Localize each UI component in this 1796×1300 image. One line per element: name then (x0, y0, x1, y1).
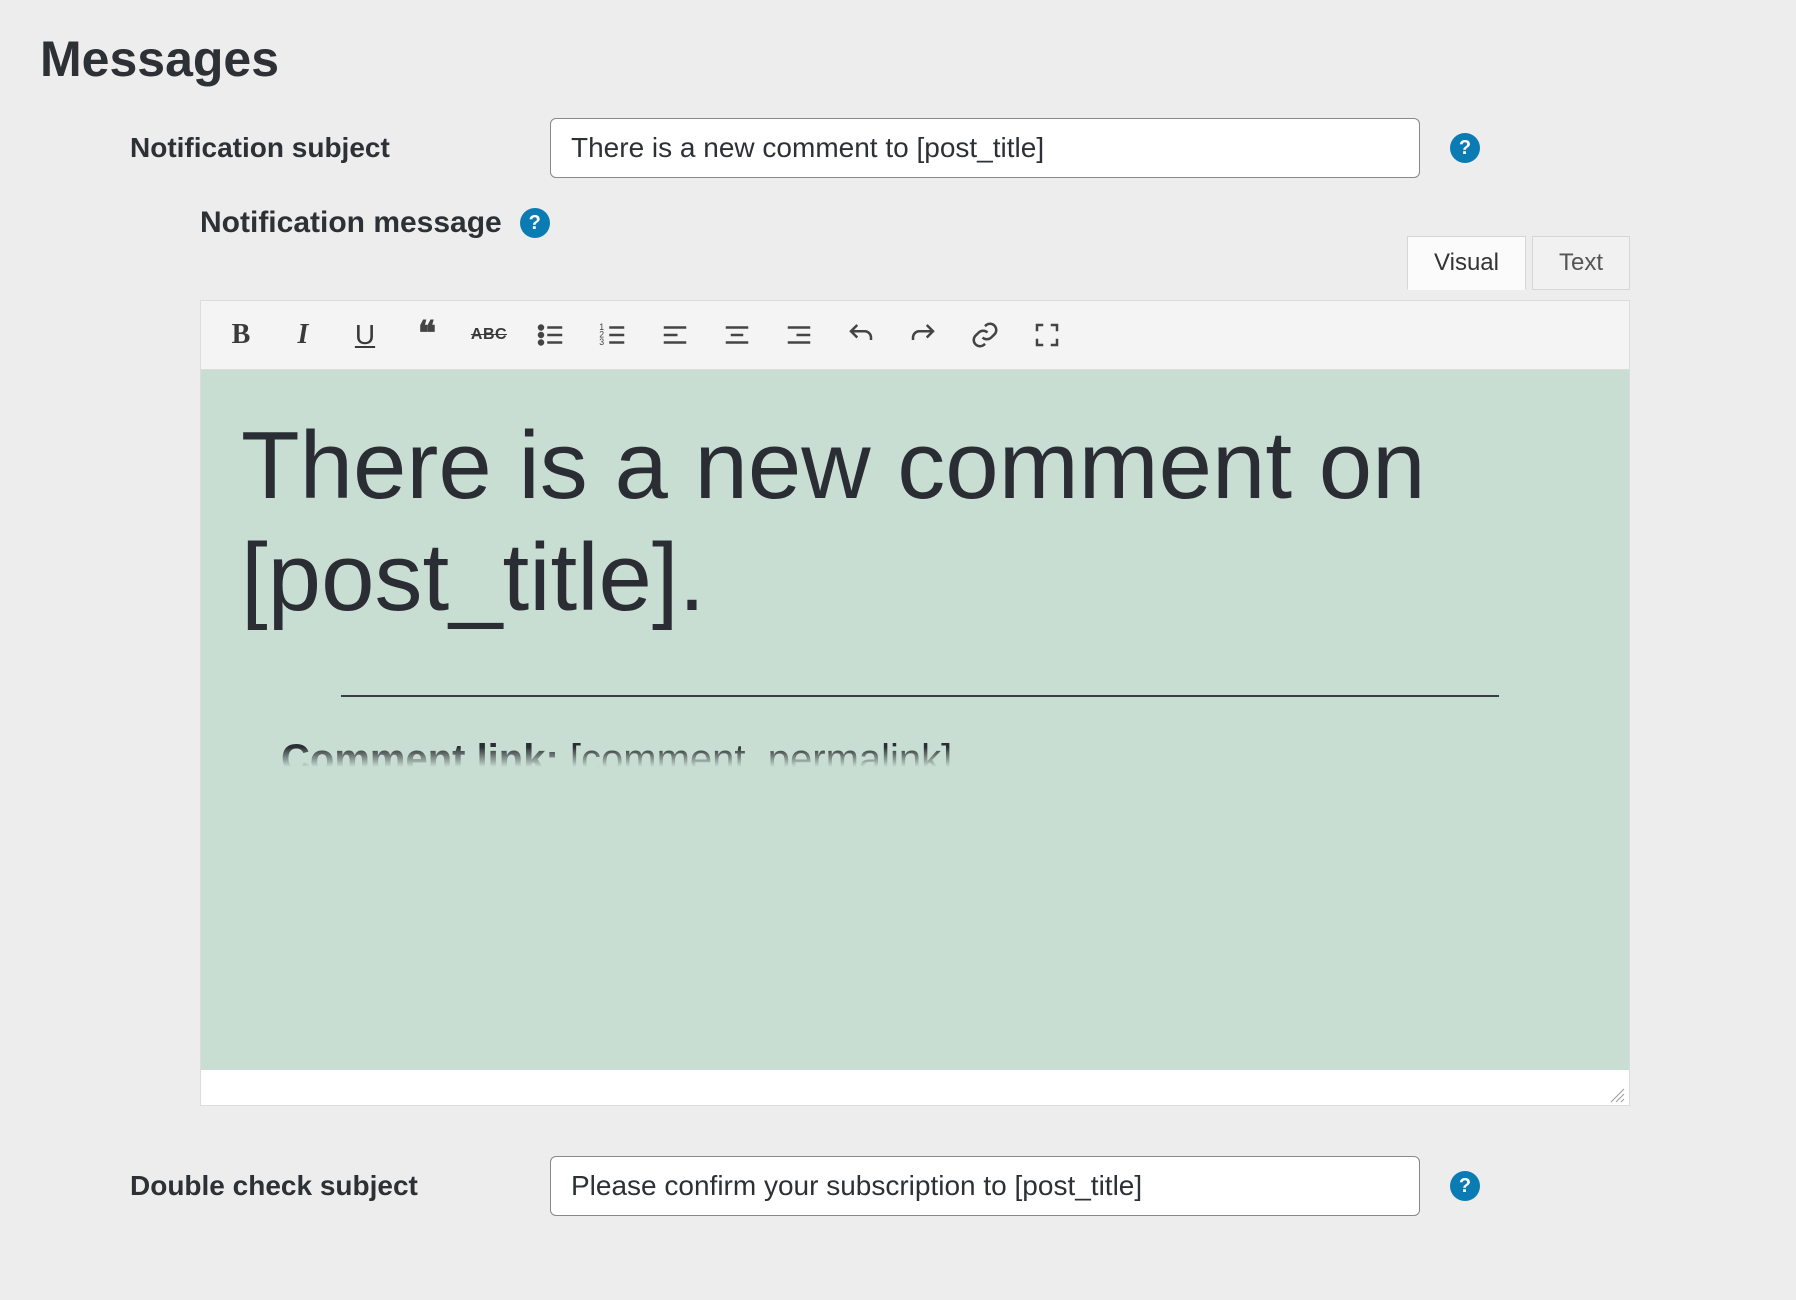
notification-message-label-row: Notification message (40, 206, 1756, 240)
redo-button[interactable] (899, 311, 947, 359)
bullet-list-button[interactable] (527, 311, 575, 359)
editor-partial-line: Comment link: [comment_permalink] (241, 737, 1589, 767)
section-title: Messages (40, 30, 1756, 88)
svg-text:3: 3 (599, 337, 604, 347)
numbered-list-button[interactable]: 123 (589, 311, 637, 359)
help-icon[interactable] (520, 208, 550, 238)
help-icon[interactable] (1450, 133, 1480, 163)
strikethrough-button[interactable]: ABC (465, 311, 513, 359)
editor: Visual Text B I U ❝ ABC 123 (200, 300, 1630, 1106)
underline-button[interactable]: U (341, 311, 389, 359)
align-left-button[interactable] (651, 311, 699, 359)
editor-footer (200, 1070, 1630, 1106)
double-check-subject-row: Double check subject (40, 1156, 1756, 1216)
blockquote-button[interactable]: ❝ (403, 311, 451, 359)
align-center-button[interactable] (713, 311, 761, 359)
double-check-subject-input[interactable] (550, 1156, 1420, 1216)
tab-text[interactable]: Text (1532, 236, 1630, 290)
divider (341, 695, 1499, 697)
notification-message-label: Notification message (200, 206, 502, 240)
editor-body[interactable]: There is a new comment on [post_title]. … (200, 370, 1630, 1070)
help-icon[interactable] (1450, 1171, 1480, 1201)
bold-button[interactable]: B (217, 311, 265, 359)
italic-button[interactable]: I (279, 311, 327, 359)
editor-toolbar: B I U ❝ ABC 123 (200, 300, 1630, 370)
editor-tabs: Visual Text (1401, 236, 1630, 290)
editor-headline: There is a new comment on [post_title]. (241, 410, 1589, 635)
notification-subject-label: Notification subject (130, 132, 550, 164)
notification-subject-input[interactable] (550, 118, 1420, 178)
link-button[interactable] (961, 311, 1009, 359)
fullscreen-button[interactable] (1023, 311, 1071, 359)
resize-handle-icon[interactable] (1607, 1085, 1625, 1103)
tab-visual[interactable]: Visual (1407, 236, 1526, 290)
undo-button[interactable] (837, 311, 885, 359)
align-right-button[interactable] (775, 311, 823, 359)
double-check-subject-label: Double check subject (130, 1170, 550, 1202)
notification-subject-row: Notification subject (40, 118, 1756, 178)
